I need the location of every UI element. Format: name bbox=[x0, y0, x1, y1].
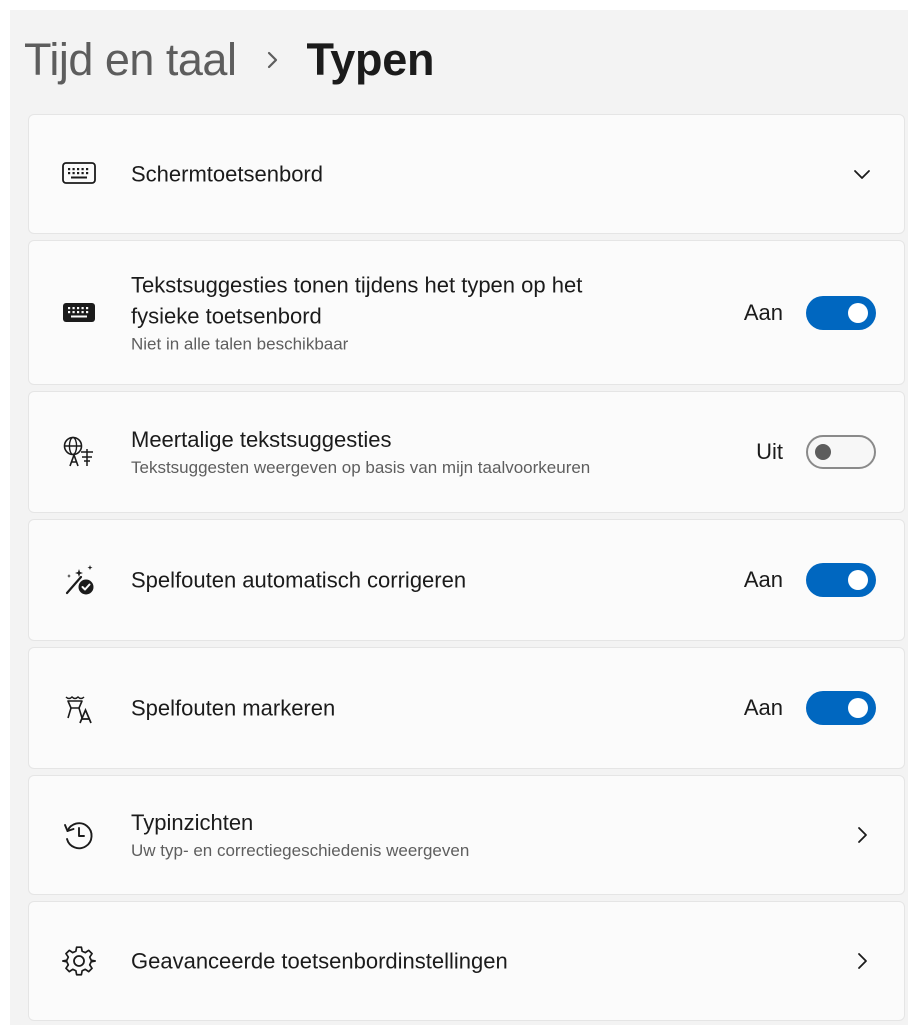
breadcrumb-parent[interactable]: Tijd en taal bbox=[24, 34, 237, 86]
keyboard-icon bbox=[61, 295, 97, 331]
setting-title: Meertalige tekstsuggesties bbox=[131, 427, 392, 452]
setting-title: Schermtoetsenbord bbox=[131, 161, 323, 187]
setting-subtitle: Tekstsuggesten weergeven op basis van mi… bbox=[131, 458, 591, 477]
setting-touch-keyboard[interactable]: Schermtoetsenbord bbox=[28, 114, 905, 234]
setting-multilingual-suggestions[interactable]: Meertalige tekstsuggesties Tekstsuggeste… bbox=[28, 391, 905, 513]
autocorrect-toggle[interactable] bbox=[806, 563, 876, 597]
setting-subtitle: Uw typ- en correctiegeschiedenis weergev… bbox=[131, 841, 470, 860]
setting-advanced-keyboard[interactable]: Geavanceerde toetsenbordinstellingen bbox=[28, 901, 905, 1021]
history-icon bbox=[61, 817, 97, 853]
chevron-right-icon[interactable] bbox=[850, 949, 874, 973]
touch-keyboard-icon bbox=[61, 156, 97, 192]
chevron-right-icon bbox=[266, 50, 280, 70]
settings-window: Tijd en taal Typen Schermtoetsenbord Tek… bbox=[10, 10, 908, 1025]
breadcrumb: Tijd en taal Typen bbox=[24, 28, 434, 92]
setting-autocorrect[interactable]: Spelfouten automatisch corrigeren Aan bbox=[28, 519, 905, 641]
language-icon bbox=[61, 434, 97, 470]
setting-title: Spelfouten automatisch corrigeren bbox=[131, 567, 467, 593]
highlight-misspelled-toggle[interactable] bbox=[806, 691, 876, 725]
setting-title-line2: fysieke toetsenbord bbox=[131, 303, 322, 328]
toggle-state-label: Aan bbox=[743, 567, 783, 592]
toggle-state-label: Aan bbox=[743, 299, 783, 325]
spelling-icon bbox=[61, 690, 97, 726]
chevron-right-icon[interactable] bbox=[850, 823, 874, 847]
multilingual-suggestions-toggle[interactable] bbox=[806, 435, 876, 469]
setting-text-suggestions[interactable]: Tekstsuggesties tonen tijdens het typen … bbox=[28, 240, 905, 385]
text-suggestions-toggle[interactable] bbox=[806, 295, 876, 330]
gear-icon bbox=[61, 943, 97, 979]
setting-highlight-misspelled[interactable]: Spelfouten markeren Aan bbox=[28, 647, 905, 769]
toggle-state-label: Uit bbox=[756, 439, 783, 464]
chevron-down-icon[interactable] bbox=[850, 162, 874, 186]
toggle-state-label: Aan bbox=[743, 695, 783, 720]
setting-title: Spelfouten markeren bbox=[131, 695, 336, 721]
setting-subtitle: Niet in alle talen beschikbaar bbox=[131, 334, 349, 353]
page-title: Typen bbox=[306, 34, 435, 85]
setting-title-line1: Tekstsuggesties tonen tijdens het typen … bbox=[131, 272, 583, 297]
setting-title: Geavanceerde toetsenbordinstellingen bbox=[131, 948, 508, 974]
autocorrect-icon bbox=[61, 562, 97, 598]
setting-typing-insights[interactable]: Typinzichten Uw typ- en correctiegeschie… bbox=[28, 775, 905, 895]
setting-title: Typinzichten bbox=[131, 810, 254, 835]
